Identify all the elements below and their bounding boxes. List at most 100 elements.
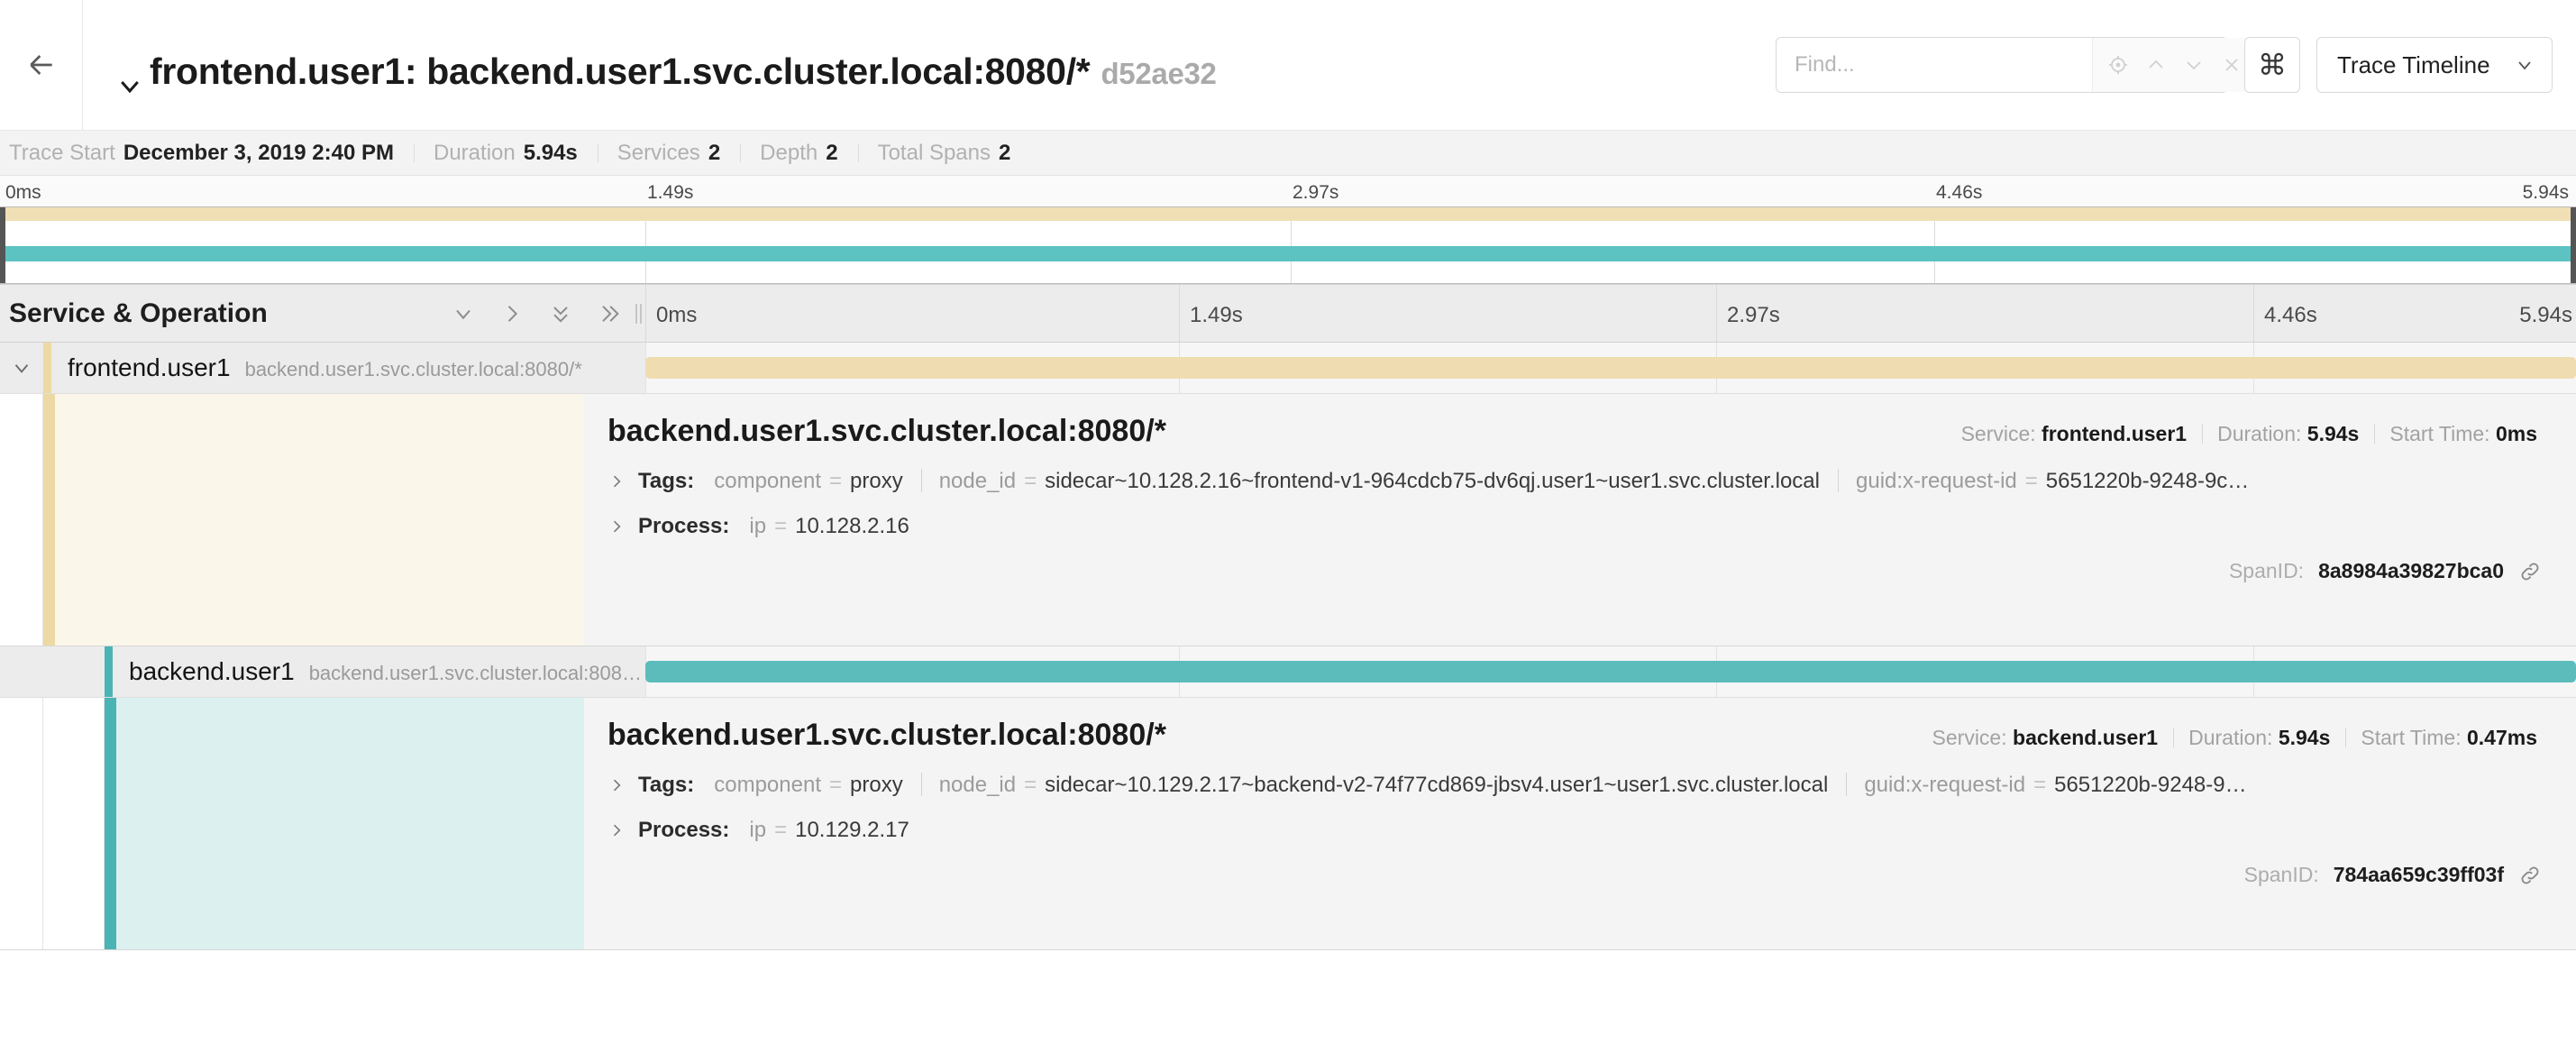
search-focus-button[interactable] — [2100, 38, 2136, 92]
minimap-drag-handle-right[interactable] — [2571, 207, 2576, 283]
trace-title-caret[interactable] — [110, 50, 150, 100]
timeline-column-header: Service & Operation 0ms 1.49s 2.97s 4.46… — [0, 285, 2576, 343]
detail-duration: Duration: 5.94s — [2202, 422, 2374, 446]
minimap-tick: 1.49s — [647, 182, 694, 203]
span-row-timeline[interactable] — [645, 343, 2576, 393]
span-expand-toggle[interactable] — [0, 356, 43, 380]
meta-trace-start: Trace Start December 3, 2019 2:40 PM — [9, 141, 414, 166]
chevron-right-icon — [613, 779, 621, 792]
minimap-tick: 4.46s — [1936, 182, 1983, 203]
chevron-right-icon — [507, 305, 518, 322]
expand-all-button[interactable] — [548, 301, 573, 326]
minimap-drag-handle-left[interactable] — [0, 207, 5, 283]
process-items: ip = 10.128.2.16 — [749, 514, 927, 539]
span-operation-name: backend.user1.svc.cluster.local:8080/* — [244, 358, 582, 380]
meta-total-spans: Total Spans 2 — [857, 140, 1031, 166]
view-selector[interactable]: Trace Timeline — [2316, 37, 2553, 93]
tags-expand-toggle[interactable] — [607, 776, 626, 794]
tag-item: guid:x-request-id = 5651220b-9248-9c… — [1838, 469, 2267, 494]
detail-start-time: Start Time: 0ms — [2374, 422, 2553, 446]
search-input[interactable] — [1777, 38, 2092, 92]
double-chevron-right-icon — [602, 305, 619, 322]
collapse-one-button[interactable] — [499, 301, 525, 326]
tag-item: node_id = sidecar~10.128.2.16~frontend-v1-… — [920, 469, 1838, 494]
process-expand-toggle[interactable] — [607, 821, 626, 839]
tag-item: component = proxy — [714, 469, 903, 493]
span-color-accent — [43, 343, 51, 393]
detail-meta-value: 5.94s — [2278, 726, 2331, 749]
detail-service: Service: backend.user1 — [1917, 726, 2174, 750]
chevron-down-icon — [14, 364, 29, 373]
minimap-ticks: 0ms 1.49s 2.97s 4.46s 5.94s — [0, 176, 2576, 206]
span-row-backend[interactable]: backend.user1 backend.user1.svc.cluster.… — [0, 646, 2576, 698]
detail-content: backend.user1.svc.cluster.local:8080/* S… — [584, 698, 2576, 949]
span-label: backend.user1 backend.user1.svc.cluster.… — [113, 657, 645, 686]
back-button[interactable] — [0, 0, 83, 131]
command-icon: ⌘ — [2258, 49, 2287, 81]
detail-service: Service: frontend.user1 — [1946, 422, 2203, 446]
detail-content: backend.user1.svc.cluster.local:8080/* S… — [584, 394, 2576, 646]
minimap-span-bar-frontend — [0, 207, 2576, 221]
detail-start-time: Start Time: 0.47ms — [2345, 726, 2553, 750]
expand-one-button[interactable] — [451, 301, 476, 326]
trace-timeline-page: frontend.user1: backend.user1.svc.cluste… — [0, 0, 2576, 1044]
tags-items: component = proxy node_id = sidecar~10.129.2… — [714, 773, 2264, 798]
keyboard-shortcuts-button[interactable]: ⌘ — [2244, 37, 2300, 93]
chevron-right-icon — [613, 475, 621, 488]
span-color-accent — [105, 646, 113, 697]
copy-link-button[interactable] — [2518, 560, 2542, 583]
span-row-left: backend.user1 backend.user1.svc.cluster.… — [0, 646, 645, 697]
trace-minimap[interactable]: 0ms 1.49s 2.97s 4.46s 5.94s — [0, 176, 2576, 285]
detail-meta-key: Start Time: — [2389, 422, 2490, 445]
tag-item: guid:x-request-id = 5651220b-9248-9… — [1846, 773, 2264, 798]
meta-duration: Duration 5.94s — [414, 141, 598, 166]
detail-tags-row[interactable]: Tags: component = proxy node_id = sidecar~10… — [584, 753, 2576, 798]
tag-item: component = proxy — [714, 773, 903, 797]
link-icon — [2521, 563, 2539, 580]
process-expand-toggle[interactable] — [607, 517, 626, 536]
meta-depth: Depth 2 — [740, 141, 857, 166]
meta-label: Total Spans — [877, 140, 991, 165]
minimap-tick: 0ms — [5, 182, 41, 203]
detail-meta-value: backend.user1 — [2013, 726, 2159, 749]
minimap-body[interactable] — [0, 206, 2576, 284]
detail-header: backend.user1.svc.cluster.local:8080/* S… — [584, 414, 2576, 449]
span-bar-frontend — [645, 357, 2576, 379]
collapse-all-button[interactable] — [597, 301, 622, 326]
tag-item: node_id = sidecar~10.129.2.17~backend-v2-7… — [920, 773, 1847, 798]
detail-meta-key: Service: — [1932, 726, 2007, 749]
expand-collapse-controls — [451, 301, 645, 326]
meta-value: 2 — [708, 140, 721, 165]
timeline-tick: 5.94s — [2519, 303, 2572, 327]
column-resize-handle[interactable] — [635, 303, 642, 324]
detail-operation-title: backend.user1.svc.cluster.local:8080/* — [607, 718, 1166, 752]
detail-meta-value: 5.94s — [2307, 422, 2360, 445]
copy-link-button[interactable] — [2518, 864, 2542, 887]
meta-services: Services 2 — [597, 140, 740, 166]
search-prev-button[interactable] — [2138, 38, 2174, 92]
trace-id: d52ae32 — [1101, 57, 1217, 90]
search-next-button[interactable] — [2176, 38, 2212, 92]
link-icon — [2521, 866, 2539, 884]
page-title: frontend.user1: backend.user1.svc.cluste… — [150, 50, 1217, 93]
meta-label: Depth — [760, 140, 818, 165]
detail-tags-row[interactable]: Tags: component = proxy node_id = sidecar~10… — [584, 449, 2576, 494]
detail-header: backend.user1.svc.cluster.local:8080/* S… — [584, 718, 2576, 753]
span-service-name: frontend.user1 — [68, 353, 231, 381]
arrow-left-icon — [29, 55, 52, 75]
chevron-right-icon — [613, 824, 621, 837]
detail-process-row[interactable]: Process: ip = 10.129.2.17 — [584, 798, 2576, 843]
trace-meta-bar: Trace Start December 3, 2019 2:40 PM Dur… — [0, 131, 2576, 176]
span-row-timeline[interactable] — [645, 646, 2576, 697]
chevron-down-icon — [2187, 61, 2201, 70]
span-row-frontend[interactable]: frontend.user1 backend.user1.svc.cluster… — [0, 343, 2576, 394]
double-chevron-down-icon — [553, 306, 568, 323]
target-icon — [2109, 56, 2127, 74]
tags-label: Tags: — [638, 773, 695, 797]
timeline-tick: 0ms — [656, 303, 698, 327]
process-item: ip = 10.128.2.16 — [749, 514, 909, 538]
span-id-row: SpanID: 784aa659c39ff03f — [584, 843, 2576, 902]
detail-process-row[interactable]: Process: ip = 10.128.2.16 — [584, 494, 2576, 539]
tags-expand-toggle[interactable] — [607, 472, 626, 490]
detail-accent-bar — [43, 394, 55, 646]
